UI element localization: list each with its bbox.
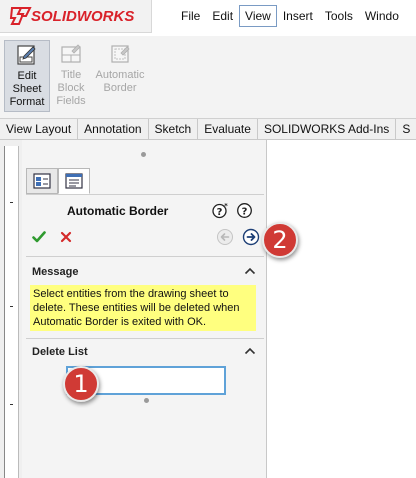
whats-wrong-icon[interactable]: ? * bbox=[212, 202, 229, 219]
message-collapse-chevron-icon[interactable] bbox=[244, 267, 256, 275]
svg-text:?: ? bbox=[217, 207, 223, 218]
menu-edit[interactable]: Edit bbox=[206, 5, 239, 27]
property-manager-title: Automatic Border bbox=[67, 204, 169, 218]
tab-view-layout[interactable]: View Layout bbox=[0, 119, 79, 139]
callout-step-1: 1 bbox=[63, 366, 99, 402]
property-manager-panel: Automatic Border ? * ? Message Select en… bbox=[22, 140, 267, 478]
automatic-border-icon bbox=[111, 45, 130, 63]
list-resize-grip[interactable] bbox=[144, 398, 149, 403]
edit-sheet-format-label: Edit Sheet Format bbox=[9, 70, 45, 108]
ruler-track bbox=[4, 146, 19, 478]
delete-list-collapse-chevron-icon[interactable] bbox=[244, 347, 256, 355]
back-arrow-icon[interactable] bbox=[216, 228, 234, 246]
help-icon[interactable]: ? bbox=[236, 202, 253, 219]
tab-solidworks-add-ins[interactable]: SOLIDWORKS Add-Ins bbox=[258, 119, 397, 139]
message-text: Select entities from the drawing sheet t… bbox=[30, 285, 256, 331]
solidworks-logo[interactable]: SOLIDWORKS bbox=[0, 0, 152, 33]
svg-text:*: * bbox=[224, 202, 228, 210]
title-block-fields-icon bbox=[61, 44, 81, 63]
solidworks-window: SOLIDWORKS File Edit View Insert Tools W… bbox=[0, 0, 416, 478]
edit-sheet-format-icon bbox=[17, 45, 36, 65]
ruler-tick bbox=[10, 306, 13, 307]
menu-tools[interactable]: Tools bbox=[319, 5, 359, 27]
title-block-fields-button[interactable]: Title Block Fields bbox=[48, 40, 94, 112]
tabs-divider bbox=[26, 194, 264, 195]
tab-sheet-partial[interactable]: S bbox=[396, 119, 416, 139]
menu-file[interactable]: File bbox=[175, 5, 206, 27]
message-group-title: Message bbox=[32, 266, 79, 278]
section-divider bbox=[26, 338, 264, 339]
tab-annotation[interactable]: Annotation bbox=[78, 119, 149, 139]
drawing-canvas[interactable] bbox=[267, 140, 416, 478]
delete-list-group-title: Delete List bbox=[32, 346, 88, 358]
menu-bar: File Edit View Insert Tools Windo bbox=[175, 5, 405, 27]
cancel-x-icon[interactable] bbox=[60, 231, 72, 243]
property-manager-tab[interactable] bbox=[58, 168, 90, 194]
title-bar: SOLIDWORKS File Edit View Insert Tools W… bbox=[0, 0, 416, 36]
title-block-fields-label: Title Block Fields bbox=[56, 69, 86, 107]
vertical-ruler bbox=[0, 140, 22, 478]
solidworks-logo-icon bbox=[9, 7, 32, 25]
ruler-tick bbox=[10, 404, 13, 405]
edit-sheet-format-button[interactable]: Edit Sheet Format bbox=[4, 40, 50, 112]
property-manager-icon bbox=[65, 173, 83, 189]
feature-manager-tab[interactable] bbox=[26, 168, 58, 194]
section-divider bbox=[26, 256, 264, 257]
tab-evaluate[interactable]: Evaluate bbox=[198, 119, 258, 139]
command-manager-tabs: View Layout Annotation Sketch Evaluate S… bbox=[0, 119, 416, 140]
ruler-tick bbox=[10, 202, 13, 203]
panel-resize-grip[interactable] bbox=[141, 152, 146, 157]
ok-check-icon[interactable] bbox=[32, 230, 46, 244]
automatic-border-button[interactable]: Automatic Border bbox=[92, 40, 148, 112]
manager-tabs bbox=[26, 168, 90, 194]
brand-name: SOLIDWORKS bbox=[31, 8, 135, 25]
callout-step-2: 2 bbox=[262, 222, 298, 258]
svg-text:?: ? bbox=[242, 207, 248, 218]
tab-sketch[interactable]: Sketch bbox=[149, 119, 199, 139]
command-manager-ribbon: Edit Sheet Format Title Block Fields Aut… bbox=[0, 36, 416, 119]
menu-view[interactable]: View bbox=[239, 5, 277, 27]
feature-manager-icon bbox=[33, 173, 51, 189]
menu-window[interactable]: Windo bbox=[359, 5, 405, 27]
menu-insert[interactable]: Insert bbox=[277, 5, 319, 27]
next-arrow-icon[interactable] bbox=[242, 228, 260, 246]
automatic-border-label: Automatic Border bbox=[95, 69, 145, 94]
